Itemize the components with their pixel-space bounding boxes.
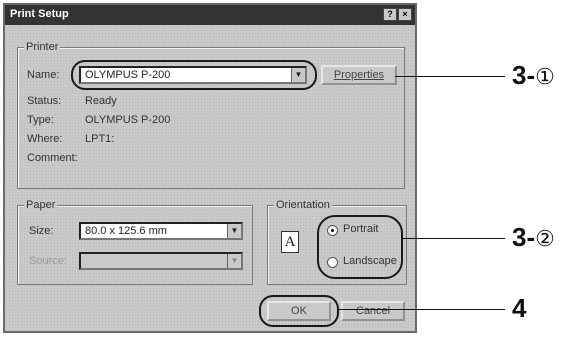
paper-group-label: Paper (24, 199, 58, 211)
comment-label: Comment: (27, 152, 78, 164)
printer-name-label: Name: (27, 69, 60, 81)
paper-source-select[interactable]: ▼ (79, 252, 243, 270)
type-label: Type: (27, 114, 54, 126)
orientation-highlight-oval (317, 215, 403, 279)
callout-4: 4 (512, 293, 526, 324)
chevron-down-icon[interactable]: ▼ (227, 224, 241, 238)
title-bar: Print Setup ? × (5, 5, 415, 25)
callout-3-2: 3-② (512, 222, 555, 253)
chevron-down-icon[interactable]: ▼ (227, 254, 241, 268)
close-button[interactable]: × (398, 8, 412, 21)
size-label: Size: (29, 225, 54, 237)
callout-4-text: 4 (512, 293, 527, 323)
callout-line-1 (395, 76, 505, 77)
ok-highlight-oval (259, 295, 339, 327)
status-value: Ready (85, 95, 117, 107)
name-highlight-oval (71, 60, 317, 90)
orientation-group-label: Orientation (274, 199, 332, 211)
callout-3-1: 3-① (512, 60, 555, 91)
type-value: OLYMPUS P-200 (85, 114, 171, 126)
callout-line-3 (337, 309, 505, 310)
help-button[interactable]: ? (383, 8, 397, 21)
callout-3-2-circled: ② (535, 226, 555, 251)
callout-3-2-text: 3- (512, 222, 536, 252)
callout-3-1-text: 3- (512, 60, 536, 90)
properties-button-label: Properties (333, 69, 385, 81)
where-label: Where: (27, 133, 63, 145)
paper-size-select[interactable]: 80.0 x 125.6 mm ▼ (79, 222, 243, 240)
status-label: Status: (27, 95, 62, 107)
print-setup-dialog: Print Setup ? × Printer Name: OLYMPUS P-… (3, 3, 417, 333)
source-label: Source: (29, 255, 67, 267)
dialog-title: Print Setup (10, 8, 69, 20)
printer-group-label: Printer (24, 41, 61, 53)
paper-group: Paper (17, 199, 253, 285)
callout-3-1-circled: ① (535, 64, 555, 89)
cancel-button[interactable]: Cancel (341, 301, 405, 321)
where-value: LPT1: (85, 133, 115, 145)
portrait-page-icon: A (281, 231, 299, 253)
paper-size-value: 80.0 x 125.6 mm (85, 225, 167, 237)
callout-line-2 (401, 238, 505, 239)
properties-button[interactable]: Properties (321, 65, 397, 85)
